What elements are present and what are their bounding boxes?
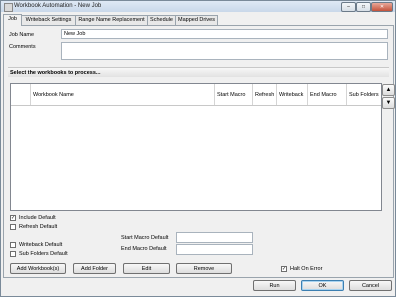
- main-window: Workbook Automation - New Job – □ ✕ Job …: [0, 0, 396, 297]
- end-macro-default-input[interactable]: [176, 244, 253, 255]
- refresh-default-checkbox[interactable]: [10, 224, 16, 230]
- checkmark-icon: ✓: [11, 215, 16, 221]
- tab-job[interactable]: Job: [3, 14, 22, 26]
- job-name-label: Job Name: [9, 32, 35, 38]
- ok-button[interactable]: OK: [301, 280, 344, 291]
- sub-folders-default-label: Sub Folders Default: [19, 251, 68, 257]
- column-header-end-macro[interactable]: End Macro: [308, 84, 347, 105]
- job-tab-panel: Job Name New Job Comments Select the wor…: [3, 25, 395, 278]
- include-default-checkbox[interactable]: ✓: [10, 215, 16, 221]
- tab-schedule[interactable]: Schedule: [147, 15, 176, 25]
- cancel-button[interactable]: Cancel: [349, 280, 392, 291]
- workbooks-section-header: Select the workbooks to process...: [8, 67, 389, 77]
- column-header-start-macro[interactable]: Start Macro: [215, 84, 253, 105]
- writeback-default-label: Writeback Default: [19, 242, 63, 248]
- sub-folders-default-checkbox[interactable]: [10, 251, 16, 257]
- workbooks-grid[interactable]: Workbook Name Start Macro Refresh Writeb…: [10, 83, 382, 211]
- minimize-button[interactable]: –: [341, 2, 356, 12]
- arrow-up-icon: ▲: [385, 87, 392, 93]
- comments-label: Comments: [9, 44, 36, 50]
- move-down-button[interactable]: ▼: [382, 97, 395, 109]
- halt-on-error-checkbox[interactable]: ✓: [281, 266, 287, 272]
- run-button[interactable]: Run: [253, 280, 296, 291]
- move-up-button[interactable]: ▲: [382, 84, 395, 96]
- comments-input[interactable]: [61, 42, 388, 60]
- column-header-writeback[interactable]: Writeback: [277, 84, 308, 105]
- refresh-default-label: Refresh Default: [19, 224, 58, 230]
- app-icon: [4, 3, 13, 12]
- add-folder-button[interactable]: Add Folder: [73, 263, 116, 274]
- grid-header: Workbook Name Start Macro Refresh Writeb…: [11, 84, 381, 106]
- close-button[interactable]: ✕: [371, 2, 393, 12]
- grid-header-selector: [11, 84, 31, 105]
- halt-on-error-label: Halt On Error: [290, 266, 323, 272]
- tab-writeback-settings[interactable]: Writeback Settings: [21, 15, 76, 25]
- edit-button[interactable]: Edit: [123, 263, 170, 274]
- checkmark-icon: ✓: [282, 266, 287, 272]
- writeback-default-checkbox[interactable]: [10, 242, 16, 248]
- end-macro-default-label: End Macro Default: [121, 246, 167, 252]
- tab-range-name-replacement[interactable]: Range Name Replacement: [75, 15, 148, 25]
- column-header-refresh[interactable]: Refresh: [253, 84, 277, 105]
- maximize-button[interactable]: □: [356, 2, 371, 12]
- job-name-input[interactable]: New Job: [61, 29, 388, 39]
- column-header-workbook-name[interactable]: Workbook Name: [31, 84, 215, 105]
- title-bar[interactable]: Workbook Automation - New Job – □ ✕: [1, 1, 395, 12]
- include-default-label: Include Default: [19, 215, 56, 221]
- tab-mapped-drives[interactable]: Mapped Drives: [175, 15, 218, 25]
- arrow-down-icon: ▼: [385, 100, 392, 106]
- add-workbooks-button[interactable]: Add Workbook(s): [10, 263, 66, 274]
- window-title: Workbook Automation - New Job: [14, 3, 102, 9]
- start-macro-default-input[interactable]: [176, 232, 253, 243]
- start-macro-default-label: Start Macro Default: [121, 235, 169, 241]
- remove-button[interactable]: Remove: [176, 263, 232, 274]
- column-header-sub-folders[interactable]: Sub Folders: [347, 84, 379, 105]
